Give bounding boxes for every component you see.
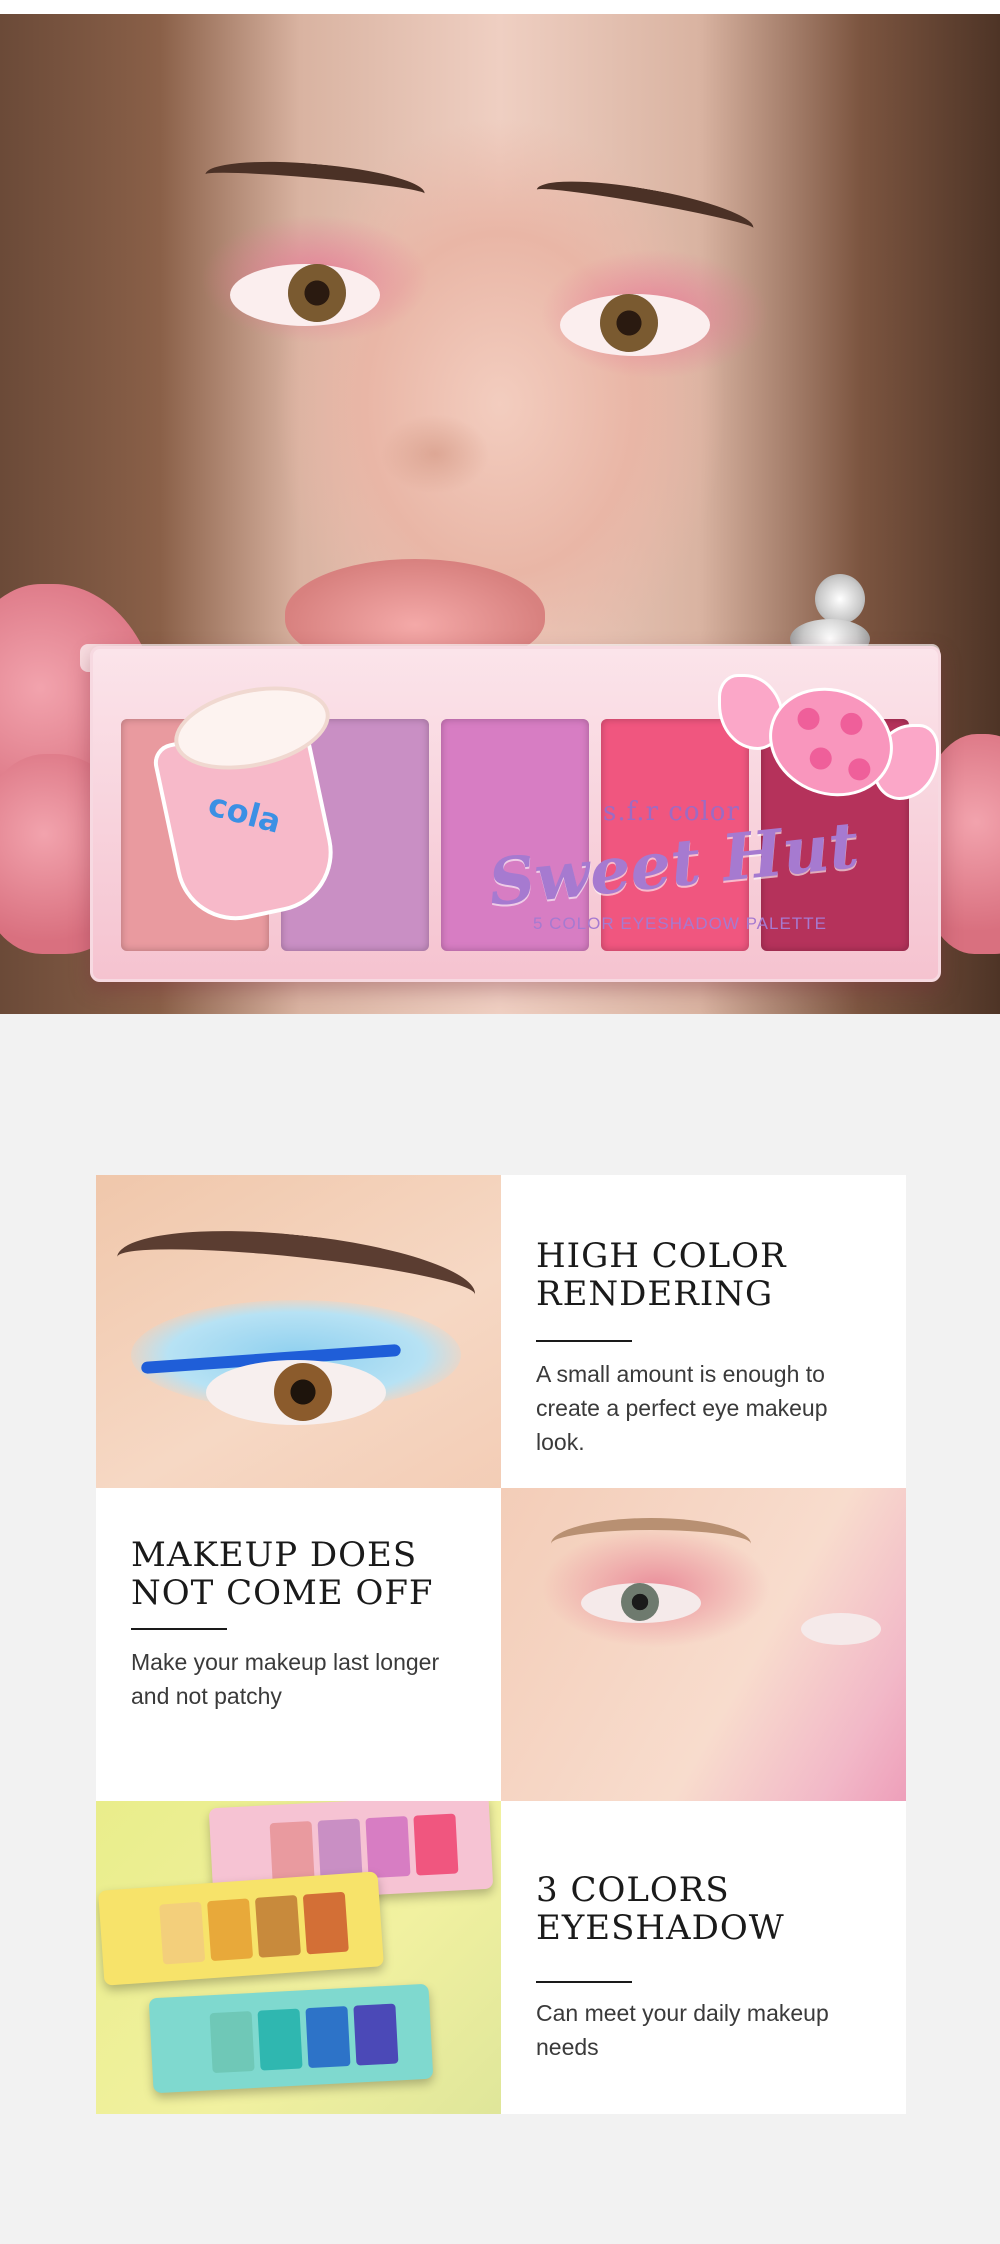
eyebrow [551,1518,751,1570]
mini-pan [209,2011,255,2074]
eye-second [801,1613,881,1645]
feature-description: Can meet your daily makeup needs [536,2000,829,2060]
feature-divider [536,1340,632,1342]
mini-pan [365,1816,411,1879]
feature-grid: HIGH COLOR RENDERING A small amount is e… [96,1175,906,2114]
feature-title: MAKEUP DOES NOT COME OFF [131,1535,434,1613]
feature-divider [131,1628,227,1630]
left-eyebrow [203,154,427,214]
mini-pan [413,1813,459,1876]
cola-cup-charm: cola [150,673,344,932]
feature-title: 3 COLORS EYESHADOW [536,1870,785,1948]
feature-title: HIGH COLOR RENDERING [536,1236,787,1314]
candy-dot [806,744,835,773]
right-iris [600,294,658,352]
feature-card-high-color: HIGH COLOR RENDERING A small amount is e… [501,1175,906,1488]
mini-palette-teal [148,1983,434,2094]
candy-dot [845,755,874,784]
top-strip [0,0,1000,14]
iris [621,1583,659,1621]
mini-pan [207,1898,254,1962]
mini-pan [305,2006,351,2069]
three-palettes-photo [96,1801,501,2114]
candy-dot [794,704,823,734]
feature-description: A small amount is enough to create a per… [536,1361,828,1455]
mini-pan [159,1901,206,1965]
iris [274,1363,332,1421]
mini-pan [269,1821,315,1884]
mini-pan [317,1818,363,1881]
candy-charm [718,670,939,814]
hero-image: s.f.r color Sweet Hut 5 COLOR EYESHADOW … [0,14,1000,1014]
pink-eye-makeup-photo [501,1488,906,1801]
right-eyebrow [533,170,757,248]
candy-dot [837,709,866,738]
blue-eye-makeup-photo [96,1175,501,1488]
left-iris [288,264,346,322]
mini-palette-yellow [98,1871,384,1986]
mini-pan [353,2003,399,2066]
eyeshadow-palette: s.f.r color Sweet Hut 5 COLOR EYESHADOW … [90,646,941,982]
feature-card-three-colors: 3 COLORS EYESHADOW Can meet your daily m… [501,1801,906,2114]
feature-divider [536,1981,632,1983]
palette-subtitle: 5 COLOR EYESHADOW PALETTE [533,914,827,933]
nose [380,414,490,494]
feature-card-long-lasting: MAKEUP DOES NOT COME OFF Make your makeu… [96,1488,501,1801]
feature-description: Make your makeup last longer and not pat… [131,1649,440,1709]
earring [815,574,865,624]
mini-pan [302,1891,349,1955]
mini-pan [254,1895,301,1958]
mini-pan [257,2008,303,2071]
